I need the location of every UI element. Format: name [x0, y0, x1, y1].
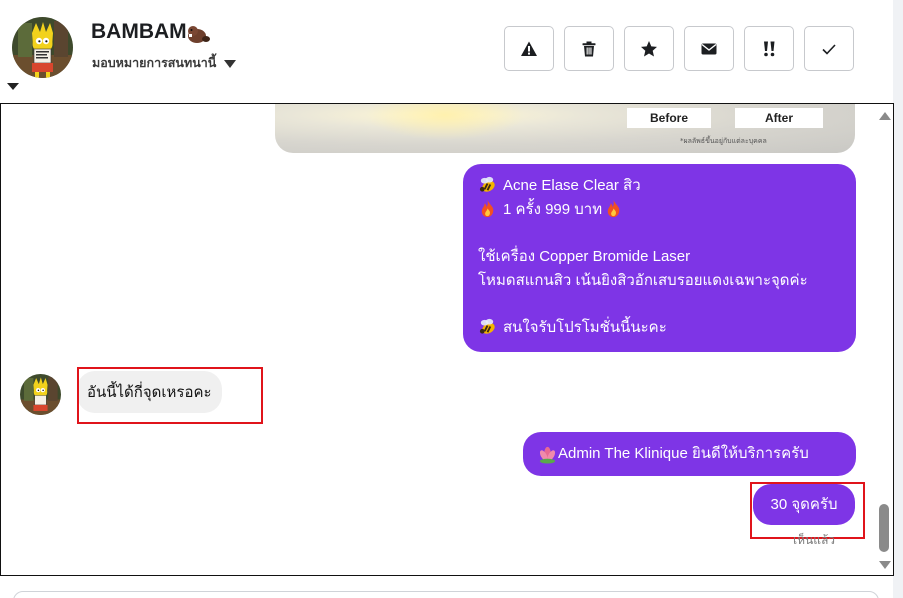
seen-status: เห็นแล้ว: [793, 533, 836, 547]
bee-emoji-icon: [479, 176, 495, 192]
promo-spacer: [478, 293, 841, 316]
promo-message-bubble[interactable]: Acne Elase Clear สิว 1 ครั้ง 999 บาท ใช้…: [463, 164, 856, 352]
bee-emoji-icon: [479, 318, 495, 334]
fire-emoji-icon: [481, 199, 494, 218]
promo-line-3: ใช้เครื่อง Copper Bromide Laser: [478, 248, 691, 265]
welcome-message-text: Admin The Klinique ยินดีให้บริการครับ: [558, 445, 809, 462]
promo-spacer: [478, 222, 841, 245]
promo-before-after-image[interactable]: Before After *ผลลัพธ์ขึ้นอยู่กับแต่ละบุค…: [275, 104, 855, 153]
results-disclaimer: *ผลลัพธ์ขึ้นอยู่กับแต่ละบุคคล: [680, 137, 767, 145]
image-glow: [365, 104, 525, 140]
before-label: Before: [627, 108, 711, 128]
double-exclaim-icon: [764, 41, 775, 56]
after-label: After: [735, 108, 823, 128]
scrollbar-thumb[interactable]: [879, 504, 889, 552]
highlight-box-incoming: [77, 367, 263, 424]
welcome-message-bubble[interactable]: Admin The Klinique ยินดีให้บริการครับ: [523, 432, 856, 476]
promo-line-5: สนใจรับโปรโมชั่นนี้นะคะ: [478, 316, 841, 340]
delete-button[interactable]: [564, 26, 614, 71]
star-icon: [641, 40, 657, 56]
star-button[interactable]: [624, 26, 674, 71]
conversation-header: BAMBAM มอบหมายการสนทนานี้: [0, 0, 893, 104]
envelope-icon: [701, 43, 717, 54]
trash-icon: [582, 41, 596, 56]
caret-down-icon: [224, 59, 237, 68]
promo-line-2-text: 1 ครั้ง 999 บาท: [503, 201, 603, 218]
fire-emoji-icon: [607, 199, 620, 218]
expand-caret-icon[interactable]: [7, 83, 19, 90]
check-icon: [822, 43, 836, 55]
sender-avatar[interactable]: [20, 374, 61, 415]
beaver-emoji-icon: [186, 24, 210, 44]
mark-unread-button[interactable]: [684, 26, 734, 71]
assign-label: มอบหมายการสนทนานี้: [92, 55, 217, 70]
promo-line-1-text: Acne Elase Clear สิว: [503, 177, 641, 194]
scroll-up-arrow-icon[interactable]: [879, 112, 891, 120]
scroll-down-arrow-icon[interactable]: [879, 561, 891, 569]
promo-line-2: 1 ครั้ง 999 บาท: [478, 198, 841, 222]
done-button[interactable]: [804, 26, 854, 71]
lotus-emoji-icon: [539, 446, 556, 464]
assign-conversation-dropdown[interactable]: มอบหมายการสนทนานี้: [92, 54, 237, 72]
message-composer-input[interactable]: [13, 591, 879, 598]
cartoon-avatar-icon: [12, 17, 73, 78]
cartoon-avatar-icon: [20, 374, 61, 415]
promo-line-4: โหมดสแกนสิว เน้นยิงสิวอักเสบรอยแดงเฉพาะจ…: [478, 272, 808, 289]
warning-icon: [521, 41, 537, 56]
chat-messages-panel[interactable]: Before After *ผลลัพธ์ขึ้นอยู่กับแต่ละบุค…: [0, 103, 894, 576]
contact-avatar[interactable]: [12, 17, 73, 78]
promo-line-5-text: สนใจรับโปรโมชั่นนี้นะคะ: [503, 319, 667, 336]
contact-name: BAMBAM: [91, 20, 187, 43]
promo-line-1: Acne Elase Clear สิว: [478, 174, 841, 198]
important-button[interactable]: [744, 26, 794, 71]
chat-scrollbar[interactable]: [876, 104, 893, 575]
report-button[interactable]: [504, 26, 554, 71]
page-gutter: [893, 0, 903, 598]
